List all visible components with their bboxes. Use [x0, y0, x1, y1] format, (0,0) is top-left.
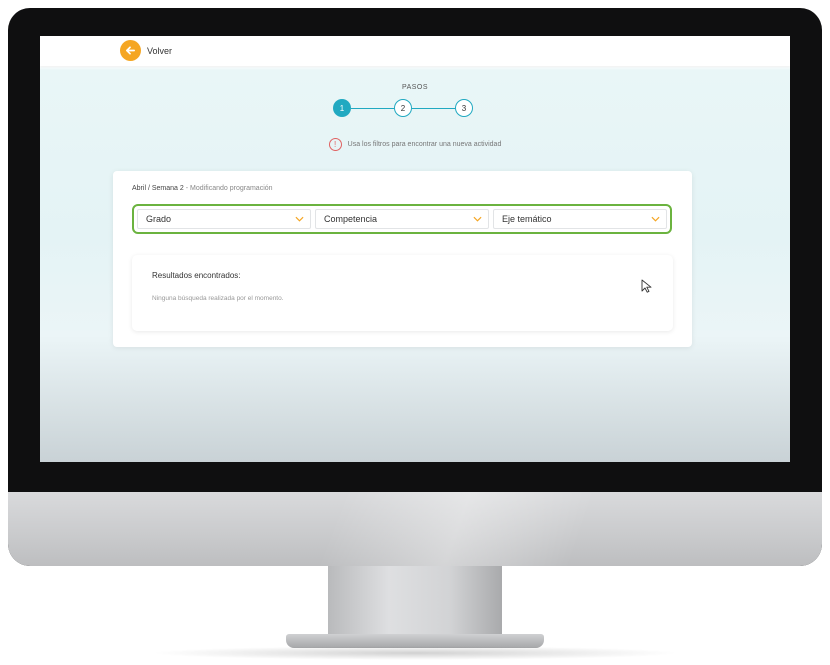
step-connector [412, 108, 455, 109]
results-empty-text: Ninguna búsqueda realizada por el moment… [152, 295, 284, 302]
breadcrumb-dash: - [185, 185, 189, 192]
chevron-down-icon [294, 214, 304, 224]
chevron-down-icon [650, 214, 660, 224]
breadcrumb-context: Modificando programación [190, 185, 273, 192]
step-3[interactable]: 3 [455, 99, 473, 117]
grado-select[interactable]: Grado [137, 209, 311, 229]
floor-shadow [150, 646, 680, 660]
monitor-chin-shine [8, 492, 822, 566]
info-icon: ! [328, 138, 342, 151]
step-1[interactable]: 1 [333, 99, 351, 117]
breadcrumb: Abril / Semana 2 - Modificando programac… [132, 185, 273, 192]
filter-bar: Grado Competencia Eje temático [132, 204, 672, 234]
results-panel: Resultados encontrados: Ninguna búsqueda… [132, 255, 673, 331]
chevron-down-icon [472, 214, 482, 224]
step-connector [351, 108, 394, 109]
breadcrumb-week[interactable]: Semana 2 [152, 185, 184, 192]
breadcrumb-month[interactable]: Abril [132, 185, 146, 192]
competencia-select-label: Competencia [324, 214, 378, 224]
monitor-stand-neck [328, 566, 502, 640]
back-label: Volver [147, 45, 173, 56]
eje-tematico-select[interactable]: Eje temático [493, 209, 667, 229]
screen: Volver PASOS 1 2 3 ! Usa los filtros par… [40, 36, 790, 462]
breadcrumb-separator: / [147, 185, 150, 192]
stepper: 1 2 3 [333, 99, 473, 119]
steps-title: PASOS [401, 84, 429, 91]
eje-tematico-select-label: Eje temático [502, 214, 552, 224]
step-2[interactable]: 2 [394, 99, 412, 117]
arrow-left-icon [120, 40, 141, 61]
hint-text: Usa los filtros para encontrar una nueva… [347, 141, 502, 148]
grado-select-label: Grado [146, 214, 172, 224]
back-button[interactable]: Volver [120, 40, 172, 61]
top-bar: Volver [40, 36, 790, 66]
filter-hint: ! Usa los filtros para encontrar una nue… [40, 138, 790, 151]
mouse-cursor-icon [641, 279, 652, 293]
results-title: Resultados encontrados: [152, 271, 241, 280]
competencia-select[interactable]: Competencia [315, 209, 489, 229]
search-card: Abril / Semana 2 - Modificando programac… [113, 171, 692, 347]
